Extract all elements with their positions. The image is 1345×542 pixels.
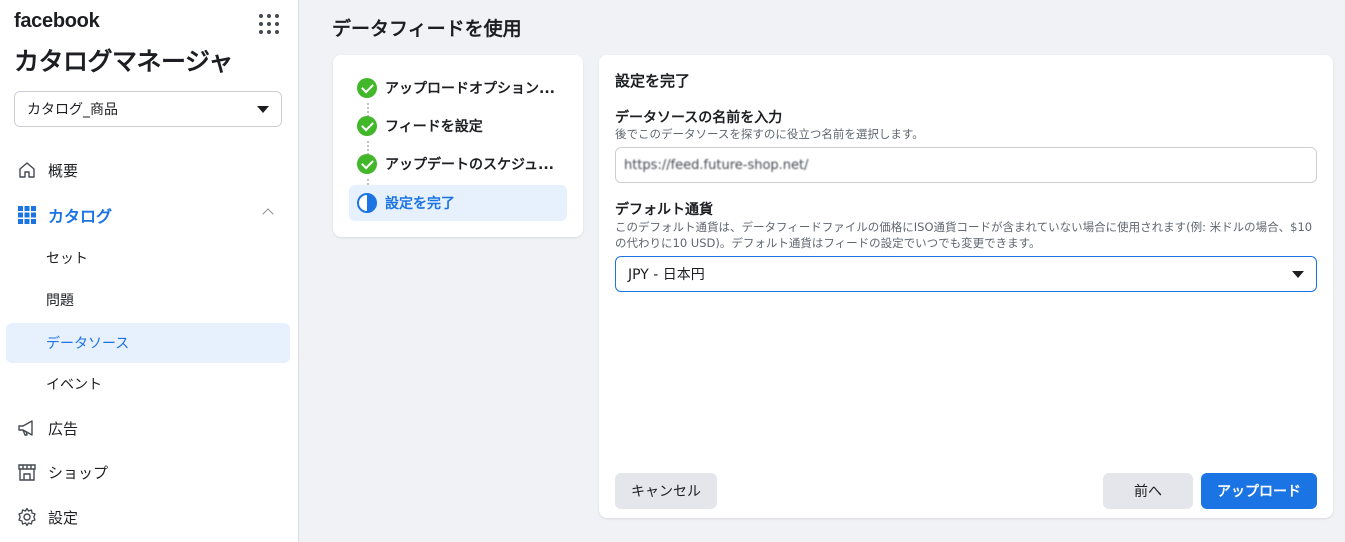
sidebar-item-catalog[interactable]: カタログ bbox=[6, 195, 290, 235]
checkmark-icon bbox=[357, 116, 377, 136]
setup-form: 設定を完了 データソースの名前を入力 後でこのデータソースを探すのに役立つ名前を… bbox=[599, 55, 1333, 518]
grid-icon bbox=[16, 204, 38, 226]
sidebar-item-ads[interactable]: 広告 bbox=[6, 408, 290, 448]
sidebar-item-label: ショップ bbox=[48, 463, 109, 482]
sidebar-item-label: 概要 bbox=[48, 161, 79, 180]
step-feed-settings[interactable]: フィードを設定 bbox=[349, 108, 567, 144]
step-upload-options[interactable]: アップロードオプション... bbox=[349, 70, 567, 106]
catalog-dropdown-value: カタログ_商品 bbox=[27, 102, 118, 118]
sidebar-item-label: 広告 bbox=[48, 419, 79, 438]
sidebar: facebook カタログマネージャ カタログ_商品 概要 カタログ セット 問… bbox=[0, 0, 299, 542]
gear-icon bbox=[16, 506, 38, 528]
checkmark-icon bbox=[357, 78, 377, 98]
app-title: カタログマネージャ bbox=[14, 47, 233, 76]
sidebar-item-label: セット bbox=[46, 251, 88, 267]
home-icon bbox=[16, 159, 38, 181]
form-heading: 設定を完了 bbox=[615, 72, 691, 90]
sidebar-item-shop[interactable]: ショップ bbox=[6, 452, 290, 492]
half-circle-progress-icon bbox=[357, 193, 377, 213]
sidebar-item-sets[interactable]: セット bbox=[6, 238, 290, 278]
sidebar-item-label: イベント bbox=[46, 377, 102, 393]
step-label: アップロードオプション... bbox=[385, 81, 555, 97]
sidebar-item-data-sources[interactable]: データソース bbox=[6, 323, 290, 363]
source-name-help: 後でこのデータソースを探すのに役立つ名前を選択します。 bbox=[615, 127, 924, 141]
steps-panel: アップロードオプション... フィードを設定 アップデートのスケジュ... 設定… bbox=[333, 55, 583, 237]
sidebar-item-events[interactable]: イベント bbox=[6, 364, 290, 404]
sidebar-item-issues[interactable]: 問題 bbox=[6, 280, 290, 320]
step-label: アップデートのスケジュ... bbox=[385, 157, 554, 173]
apps-grid-icon[interactable] bbox=[259, 14, 279, 34]
cancel-button[interactable]: キャンセル bbox=[615, 473, 717, 509]
step-complete-setup[interactable]: 設定を完了 bbox=[349, 185, 567, 221]
sidebar-item-label: データソース bbox=[46, 336, 130, 352]
sidebar-item-label: 問題 bbox=[46, 293, 74, 309]
step-label: 設定を完了 bbox=[385, 196, 455, 212]
page-title: データフィードを使用 bbox=[332, 18, 522, 40]
source-name-value: https://feed.future-shop.net/ bbox=[624, 157, 809, 173]
checkmark-icon bbox=[357, 154, 377, 174]
facebook-logo[interactable]: facebook bbox=[14, 10, 100, 33]
megaphone-icon bbox=[16, 417, 38, 439]
currency-dropdown-value: JPY - 日本円 bbox=[628, 267, 705, 283]
source-name-input[interactable]: https://feed.future-shop.net/ bbox=[615, 147, 1317, 183]
caret-down-icon bbox=[1292, 270, 1304, 278]
sidebar-item-settings[interactable]: 設定 bbox=[6, 497, 290, 537]
source-name-label: データソースの名前を入力 bbox=[615, 110, 783, 126]
step-label: フィードを設定 bbox=[385, 119, 483, 135]
upload-button[interactable]: アップロード bbox=[1201, 473, 1317, 509]
sidebar-item-overview[interactable]: 概要 bbox=[6, 150, 290, 190]
sidebar-item-label: 設定 bbox=[48, 508, 79, 527]
sidebar-item-label: カタログ bbox=[48, 207, 113, 226]
currency-dropdown[interactable]: JPY - 日本円 bbox=[615, 256, 1317, 292]
currency-label: デフォルト通貨 bbox=[615, 202, 713, 218]
chevron-up-icon[interactable] bbox=[262, 208, 274, 220]
shop-icon bbox=[16, 461, 38, 483]
catalog-dropdown[interactable]: カタログ_商品 bbox=[14, 91, 282, 127]
currency-help: このデフォルト通貨は、データフィードファイルの価格にISO通貨コードが含まれてい… bbox=[615, 220, 1313, 250]
caret-down-icon bbox=[257, 105, 269, 113]
back-button[interactable]: 前へ bbox=[1103, 473, 1193, 509]
step-update-schedule[interactable]: アップデートのスケジュ... bbox=[349, 146, 567, 182]
